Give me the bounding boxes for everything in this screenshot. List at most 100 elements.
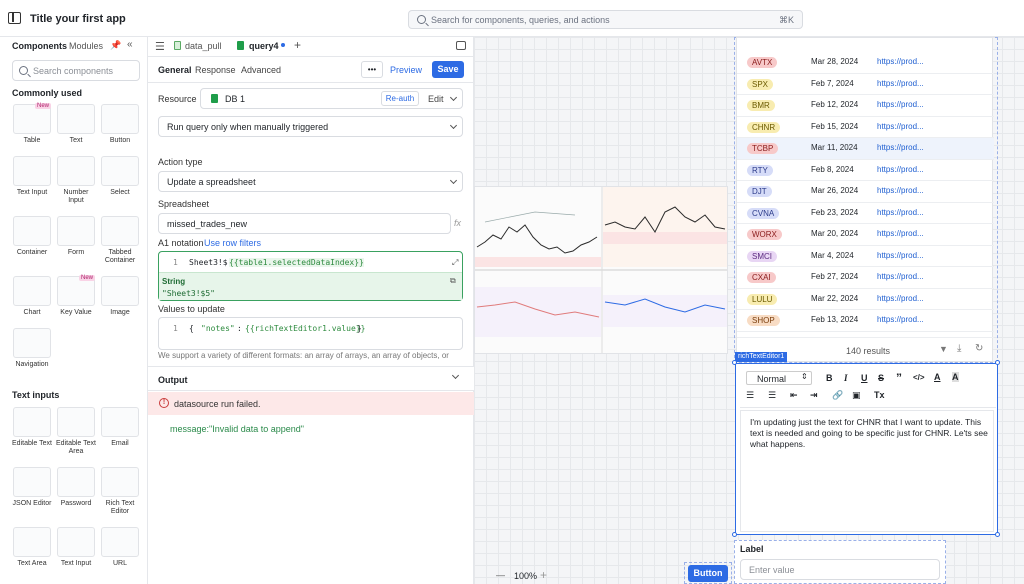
bullet-list-icon[interactable]: ☰ <box>768 390 776 401</box>
link-cell[interactable]: https://prod... <box>877 315 924 324</box>
table-row[interactable]: RTY Feb 8, 2024 https://prod... <box>737 160 994 181</box>
link-cell[interactable]: https://prod... <box>877 208 924 217</box>
component-tile-navigation[interactable]: Navigation <box>12 328 52 369</box>
resize-handle[interactable] <box>732 532 737 537</box>
quote-icon[interactable]: ” <box>896 371 902 385</box>
component-tile-editable-text-area[interactable]: Editable Text Area <box>56 407 96 456</box>
more-button[interactable]: ••• <box>361 61 383 78</box>
data-table[interactable]: AVTX Mar 28, 2024 https://prod... SPX Feb 7,… <box>736 37 994 362</box>
link-cell[interactable]: https://prod... <box>877 229 924 238</box>
canvas-button[interactable]: Button <box>688 565 728 582</box>
edit-resource-button[interactable]: Edit <box>428 94 444 104</box>
tab-general[interactable]: General <box>158 65 192 75</box>
fx-icon[interactable]: fx <box>454 218 461 228</box>
resource-select[interactable]: DB 1 Re-auth Edit <box>200 88 463 109</box>
outdent-icon[interactable]: ⇤ <box>790 390 798 401</box>
pin-icon[interactable]: 📌 <box>110 40 121 51</box>
component-tile-text-input[interactable]: Text Input <box>12 156 52 197</box>
table-row[interactable]: SMCI Mar 4, 2024 https://prod... <box>737 246 994 267</box>
link-cell[interactable]: https://prod... <box>877 143 924 152</box>
trigger-select[interactable]: Run query only when manually triggered <box>158 116 463 137</box>
component-tile-password[interactable]: Password <box>56 467 96 508</box>
underline-icon[interactable]: U <box>861 373 868 383</box>
zoom-out-button[interactable]: — <box>496 570 505 580</box>
component-tile-editable-text[interactable]: Editable Text <box>12 407 52 448</box>
link-cell[interactable]: https://prod... <box>877 100 924 109</box>
collapse-icon[interactable]: « <box>127 39 133 50</box>
link-cell[interactable]: https://prod... <box>877 79 924 88</box>
table-row[interactable]: WORX Mar 20, 2024 https://prod... <box>737 224 994 246</box>
output-header[interactable]: Output <box>148 366 474 391</box>
table-row[interactable]: TCBP Mar 11, 2024 https://prod... <box>737 138 994 160</box>
image-icon[interactable]: ▣ <box>852 390 861 401</box>
tab-query4[interactable]: query4 <box>249 41 279 51</box>
table-row[interactable]: CHNR Feb 15, 2024 https://prod... <box>737 117 994 138</box>
app-title[interactable]: Title your first app <box>30 13 126 25</box>
table-row[interactable]: DJT Mar 26, 2024 https://prod... <box>737 181 994 203</box>
strikethrough-icon[interactable]: S <box>878 373 884 383</box>
clear-format-icon[interactable]: Tx <box>874 390 885 400</box>
tab-data-pull[interactable]: data_pull <box>185 41 222 51</box>
highlight-icon[interactable]: A <box>952 372 959 382</box>
reauth-button[interactable]: Re-auth <box>381 91 419 106</box>
link-icon[interactable]: 🔗 <box>832 390 843 401</box>
component-tile-email[interactable]: Email <box>100 407 140 448</box>
tab-modules[interactable]: Modules <box>69 41 103 51</box>
table-row[interactable]: LULU Mar 22, 2024 https://prod... <box>737 289 994 310</box>
component-tile-url[interactable]: URL <box>100 527 140 568</box>
component-tile-image[interactable]: Image <box>100 276 140 317</box>
copy-icon[interactable]: ⧉ <box>450 276 456 286</box>
component-tile-container[interactable]: Container <box>12 216 52 257</box>
table-row[interactable]: AVTX Mar 28, 2024 https://prod... <box>737 52 994 74</box>
component-tile-text-area[interactable]: Text Area <box>12 527 52 568</box>
text-input-widget[interactable]: Label Enter value <box>734 540 946 584</box>
component-tile-tabbed-container[interactable]: Tabbed Container <box>100 216 140 265</box>
resize-handle[interactable] <box>732 360 737 365</box>
component-search-input[interactable]: Search components <box>12 60 140 81</box>
resize-handle[interactable] <box>995 532 1000 537</box>
indent-icon[interactable]: ⇥ <box>810 390 818 401</box>
filter-icon[interactable]: ▼ <box>939 344 948 354</box>
table-row[interactable]: BMR Feb 12, 2024 https://prod... <box>737 95 994 117</box>
minimize-panel-icon[interactable] <box>456 41 466 50</box>
rich-text-editor[interactable]: Normal ⇕ B I U S ” </> A A ☰ ☰ ⇤ ⇥ 🔗 ▣ T… <box>735 363 998 535</box>
table-row[interactable]: CVNA Feb 23, 2024 https://prod... <box>737 203 994 224</box>
ordered-list-icon[interactable]: ☰ <box>746 390 754 401</box>
chart-image[interactable] <box>474 186 728 354</box>
component-tile-key-value[interactable]: New Key Value <box>56 275 96 317</box>
component-tag[interactable]: richTextEditor1 <box>735 352 788 362</box>
resize-handle[interactable] <box>995 360 1000 365</box>
action-type-select[interactable]: Update a spreadsheet <box>158 171 463 192</box>
table-row[interactable]: CXAI Feb 27, 2024 https://prod... <box>737 267 994 289</box>
link-cell[interactable]: https://prod... <box>877 272 924 281</box>
component-tile-rich-text-editor[interactable]: Rich Text Editor <box>100 467 140 516</box>
component-tile-text-input[interactable]: Text Input <box>56 527 96 568</box>
component-tile-form[interactable]: Form <box>56 216 96 257</box>
text-color-icon[interactable]: A <box>934 372 941 382</box>
add-tab-icon[interactable]: + <box>294 38 301 52</box>
global-search[interactable]: Search for components, queries, and acti… <box>408 10 803 29</box>
preview-button[interactable]: Preview <box>390 65 422 75</box>
link-cell[interactable]: https://prod... <box>877 186 924 195</box>
sidebar-toggle-icon[interactable] <box>8 12 21 24</box>
tab-response[interactable]: Response <box>195 65 236 75</box>
tab-components[interactable]: Components <box>12 41 67 51</box>
table-row[interactable]: SHOP Feb 13, 2024 https://prod... <box>737 310 994 332</box>
use-row-filters-link[interactable]: Use row filters <box>204 238 261 248</box>
bold-icon[interactable]: B <box>826 373 833 383</box>
component-tile-table[interactable]: New Table <box>12 103 52 145</box>
refresh-icon[interactable]: ↻ <box>975 343 983 354</box>
link-cell[interactable]: https://prod... <box>877 294 924 303</box>
link-cell[interactable]: https://prod... <box>877 251 924 260</box>
table-row[interactable]: SPX Feb 7, 2024 https://prod... <box>737 74 994 95</box>
component-tile-text[interactable]: Text <box>56 104 96 145</box>
value-input[interactable]: Enter value <box>740 559 940 580</box>
component-tile-number-input[interactable]: Number Input <box>56 156 96 205</box>
expand-icon[interactable]: ⤢ <box>452 258 458 268</box>
link-cell[interactable]: https://prod... <box>877 122 924 131</box>
component-tile-json-editor[interactable]: JSON Editor <box>12 467 52 508</box>
code-icon[interactable]: </> <box>913 373 925 382</box>
values-editor[interactable]: 1 { "notes" : {{richTextEditor1.value}} … <box>158 317 463 350</box>
a1-notation-editor[interactable]: 1 Sheet3!$ {{table1.selectedDataIndex}} … <box>158 251 463 301</box>
link-cell[interactable]: https://prod... <box>877 57 924 66</box>
